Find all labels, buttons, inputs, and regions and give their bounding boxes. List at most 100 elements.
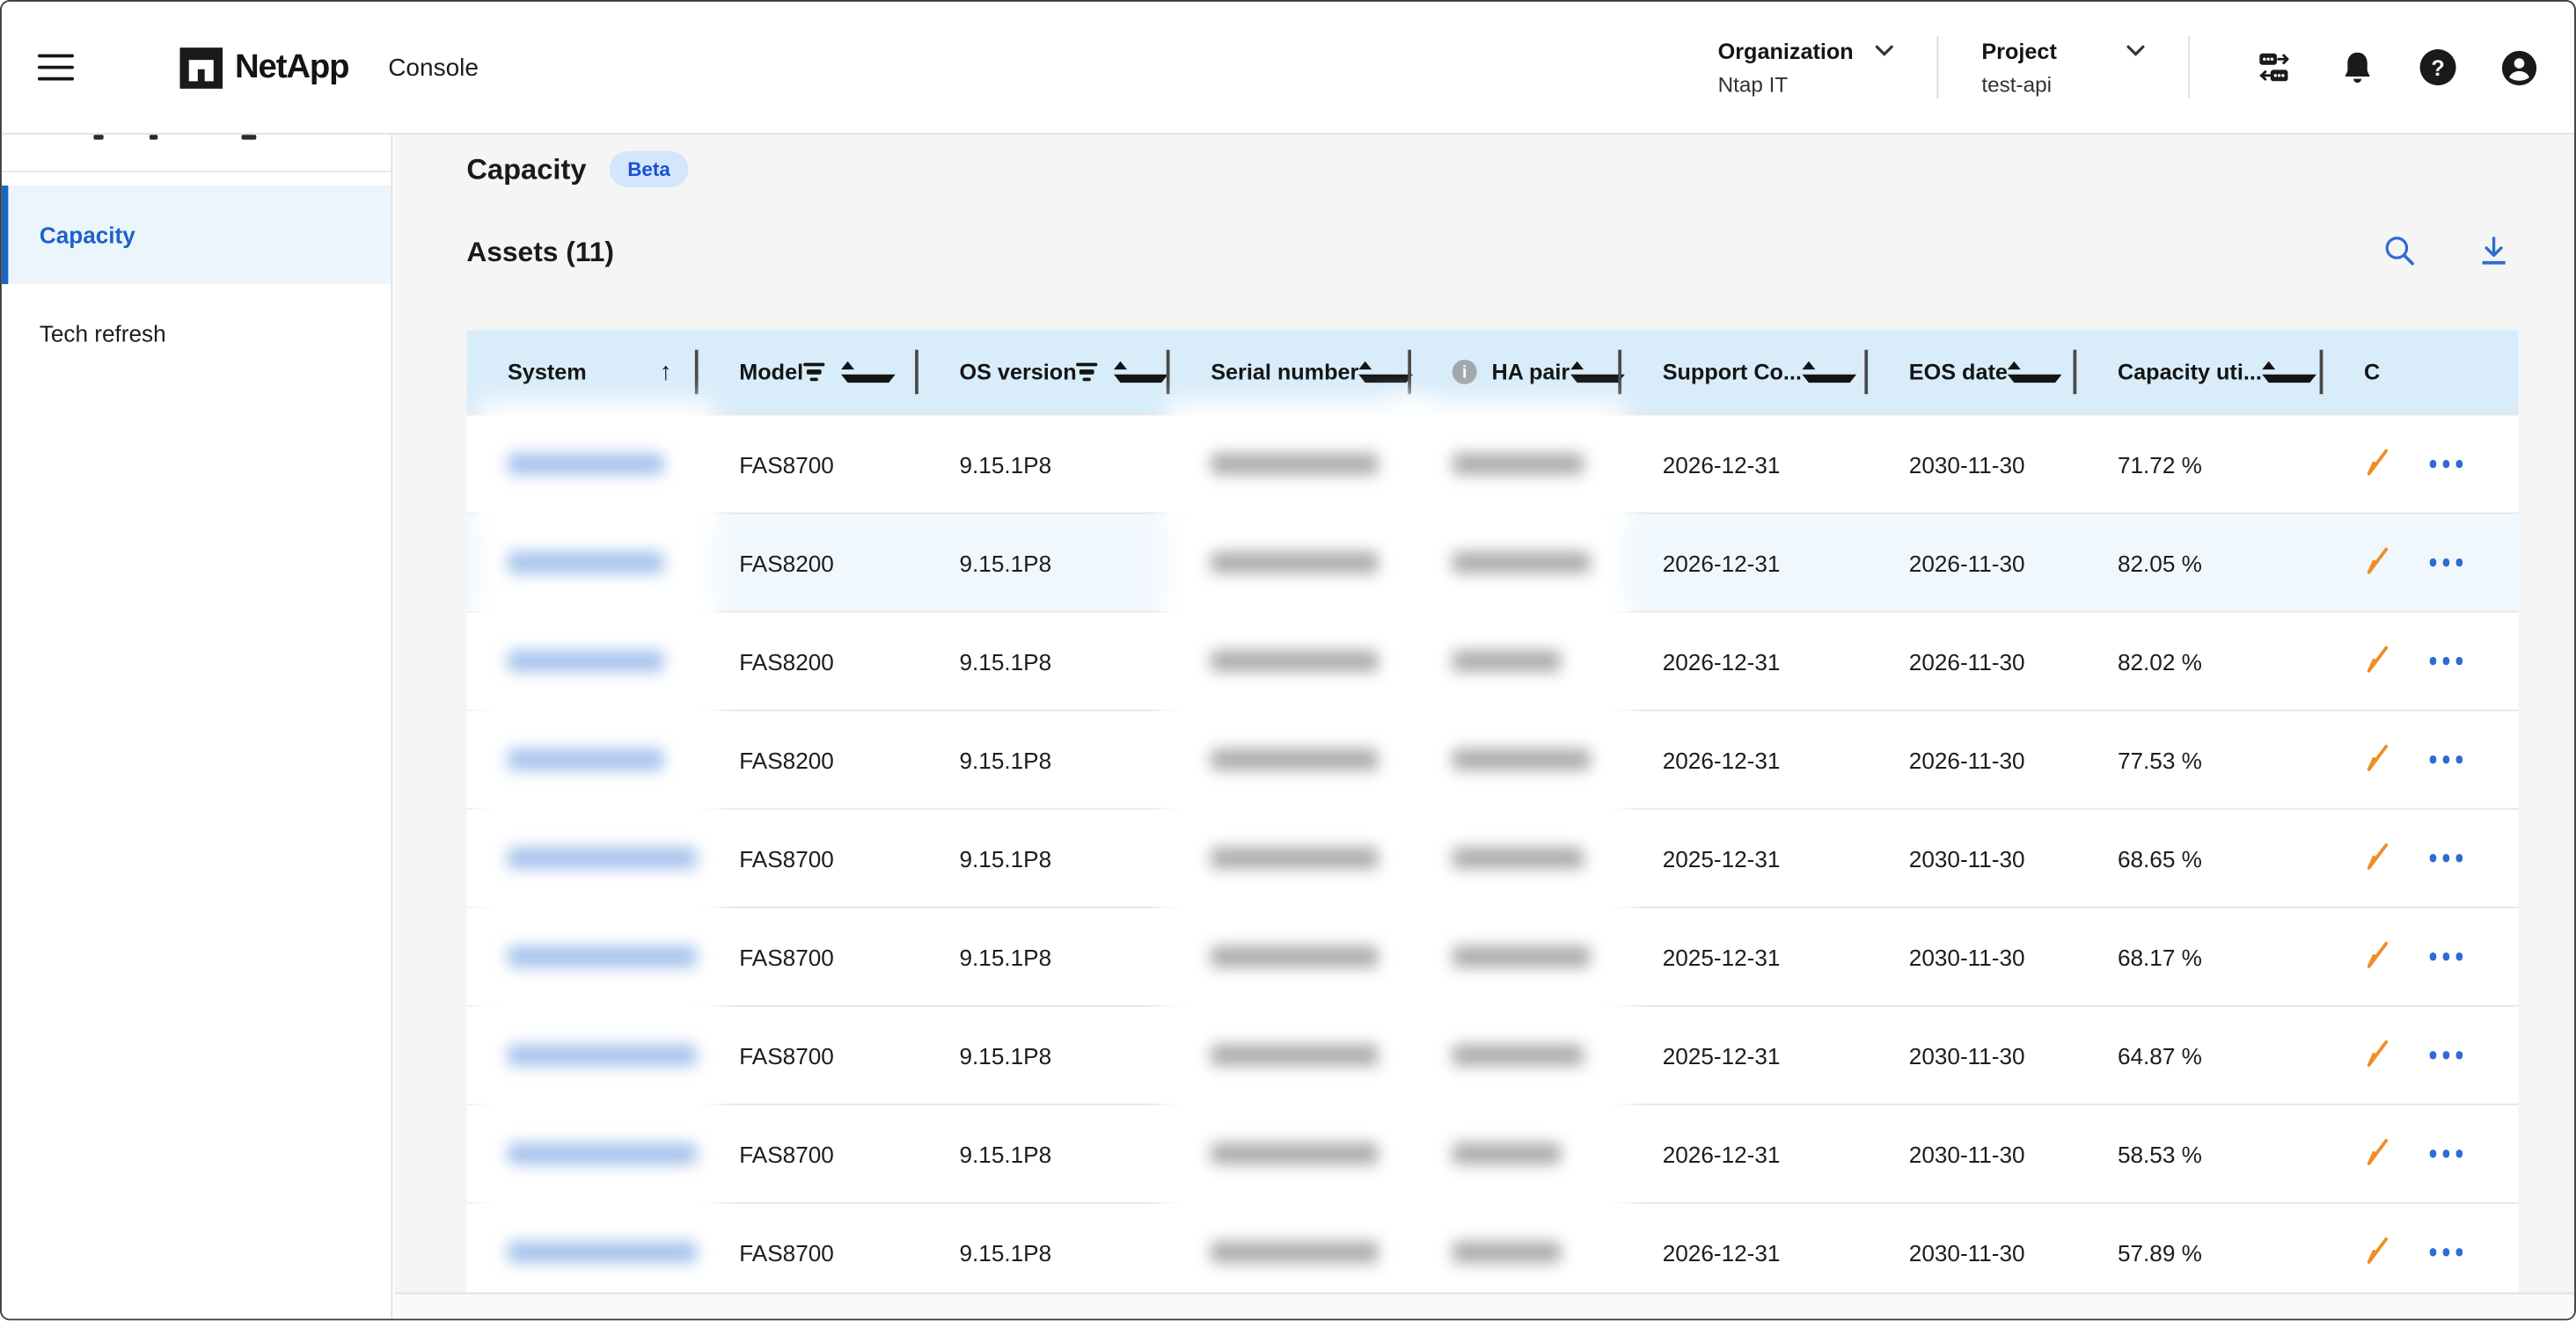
- cell-ha-pair: [1411, 712, 1621, 808]
- cell-capacity-utilization: 82.02 %: [2076, 613, 2323, 710]
- cell-capacity-utilization: 77.53 %: [2076, 712, 2323, 808]
- table-row[interactable]: FAS82009.15.1P82026-12-312026-11-3082.05…: [466, 513, 2518, 611]
- cell-ha-pair: [1411, 810, 1621, 907]
- cell-system: [466, 909, 698, 1005]
- notifications-bell-icon[interactable]: [2338, 48, 2375, 86]
- row-actions-menu[interactable]: [2426, 1149, 2466, 1157]
- column-header-system[interactable]: System↑: [466, 330, 698, 413]
- connector-icon[interactable]: [2256, 48, 2294, 86]
- sidebar-item-clipped: [241, 135, 256, 139]
- sidebar-item-label: Tech refresh: [40, 320, 166, 347]
- system-link-redacted[interactable]: [508, 453, 663, 474]
- column-header-capacity_trend[interactable]: C: [2323, 330, 2518, 413]
- system-link-redacted[interactable]: [508, 1143, 697, 1164]
- cell-serial-number: [1170, 909, 1411, 1005]
- cell-support-contract: 2026-12-31: [1621, 1204, 1868, 1293]
- cell-model: FAS8700: [699, 909, 918, 1005]
- system-link-redacted[interactable]: [508, 946, 697, 967]
- cell-capacity-utilization: 71.72 %: [2076, 415, 2323, 512]
- search-icon[interactable]: [2382, 233, 2419, 269]
- column-header-left: Serial number: [1211, 360, 1358, 384]
- sidebar-item-capacity[interactable]: Capacity: [2, 186, 392, 284]
- column-label: System: [508, 360, 587, 384]
- table-row[interactable]: FAS87009.15.1P82025-12-312030-11-3064.87…: [466, 1005, 2518, 1104]
- table-header-row: System↑ModelOS version Serial number iHA p…: [466, 330, 2518, 413]
- sort-icon: [2262, 361, 2316, 382]
- help-icon[interactable]: ?: [2420, 49, 2456, 85]
- cell-support-contract: 2026-12-31: [1621, 514, 1868, 610]
- cell-system: [466, 1106, 698, 1202]
- system-link-redacted[interactable]: [508, 748, 663, 770]
- trend-sparkline-icon[interactable]: [2362, 741, 2393, 777]
- table-row[interactable]: FAS87009.15.1P82025-12-312030-11-3068.65…: [466, 808, 2518, 907]
- organization-selector[interactable]: Organization Ntap IT: [1718, 39, 1895, 96]
- chevron-down-icon: [1875, 44, 1894, 57]
- cell-support-contract: 2025-12-31: [1621, 810, 1868, 907]
- hamburger-menu-icon[interactable]: [31, 43, 80, 92]
- bottom-scroll-track[interactable]: [394, 1293, 2574, 1319]
- trend-sparkline-icon[interactable]: [2362, 544, 2393, 580]
- download-icon[interactable]: [2476, 233, 2512, 269]
- trend-sparkline-icon[interactable]: [2362, 840, 2393, 876]
- column-header-model[interactable]: Model: [699, 330, 918, 413]
- column-controls: [1802, 361, 1856, 382]
- column-header-eos_date[interactable]: EOS date: [1868, 330, 2076, 413]
- table-row[interactable]: FAS87009.15.1P82026-12-312030-11-3058.53…: [466, 1104, 2518, 1202]
- cell-model: FAS8200: [699, 613, 918, 710]
- row-actions-menu[interactable]: [2426, 1249, 2466, 1257]
- cell-system: [466, 810, 698, 907]
- trend-sparkline-icon[interactable]: [2362, 643, 2393, 679]
- trend-sparkline-icon[interactable]: [2362, 1234, 2393, 1270]
- account-icon[interactable]: [2500, 48, 2538, 86]
- table-row[interactable]: FAS82009.15.1P82026-12-312026-11-3077.53…: [466, 710, 2518, 808]
- table-row[interactable]: FAS87009.15.1P82025-12-312030-11-3068.17…: [466, 907, 2518, 1005]
- trend-sparkline-icon[interactable]: [2362, 446, 2393, 482]
- table-row[interactable]: FAS87009.15.1P82026-12-312030-11-3057.89…: [466, 1202, 2518, 1293]
- system-link-redacted[interactable]: [508, 1045, 697, 1066]
- cell-support-contract: 2025-12-31: [1621, 1007, 1868, 1104]
- cell-support-contract: 2025-12-31: [1621, 909, 1868, 1005]
- row-actions-menu[interactable]: [2426, 460, 2466, 468]
- trend-sparkline-icon[interactable]: [2362, 1037, 2393, 1073]
- system-link-redacted[interactable]: [508, 551, 663, 573]
- cell-ha-pair: [1411, 613, 1621, 710]
- trend-sparkline-icon[interactable]: [2362, 938, 2393, 974]
- sidebar-item-tech-refresh[interactable]: Tech refresh: [2, 284, 392, 383]
- cell-capacity-trend: [2323, 1106, 2518, 1202]
- cell-eos-date: 2026-11-30: [1868, 712, 2076, 808]
- cell-ha-pair: [1411, 1007, 1621, 1104]
- column-header-os_version[interactable]: OS version: [918, 330, 1170, 413]
- cell-ha-pair: [1411, 1106, 1621, 1202]
- page-title: Capacity: [466, 152, 586, 186]
- row-actions-menu[interactable]: [2426, 952, 2466, 960]
- row-actions-menu[interactable]: [2426, 1051, 2466, 1059]
- cell-model: FAS8700: [699, 810, 918, 907]
- column-header-capacity_utilization[interactable]: Capacity uti...: [2076, 330, 2323, 413]
- serial-number-redacted: [1211, 551, 1379, 573]
- system-link-redacted[interactable]: [508, 848, 697, 869]
- column-controls: [2262, 361, 2316, 382]
- info-icon[interactable]: i: [1453, 360, 1477, 384]
- sort-icon: [1570, 361, 1624, 382]
- column-header-ha_pair[interactable]: iHA pair: [1411, 330, 1621, 413]
- cell-capacity-utilization: 64.87 %: [2076, 1007, 2323, 1104]
- system-link-redacted[interactable]: [508, 1242, 697, 1263]
- trend-sparkline-icon[interactable]: [2362, 1135, 2393, 1171]
- filter-icon[interactable]: [803, 362, 824, 381]
- organization-value: Ntap IT: [1718, 71, 1895, 96]
- filter-icon[interactable]: [1077, 362, 1098, 381]
- netapp-logo[interactable]: NetApp: [179, 45, 349, 89]
- row-actions-menu[interactable]: [2426, 755, 2466, 763]
- column-header-support_contract[interactable]: Support Co...: [1621, 330, 1868, 413]
- system-link-redacted[interactable]: [508, 650, 663, 671]
- table-row[interactable]: FAS87009.15.1P82026-12-312030-11-3071.72…: [466, 414, 2518, 513]
- cell-model: FAS8200: [699, 712, 918, 808]
- project-selector[interactable]: Project test-api: [1981, 39, 2145, 96]
- column-header-left: iHA pair: [1453, 360, 1570, 384]
- table-row[interactable]: FAS82009.15.1P82026-12-312026-11-3082.02…: [466, 611, 2518, 710]
- column-header-serial_number[interactable]: Serial number: [1170, 330, 1411, 413]
- brand-name: NetApp: [235, 47, 348, 87]
- row-actions-menu[interactable]: [2426, 657, 2466, 665]
- row-actions-menu[interactable]: [2426, 558, 2466, 566]
- row-actions-menu[interactable]: [2426, 854, 2466, 862]
